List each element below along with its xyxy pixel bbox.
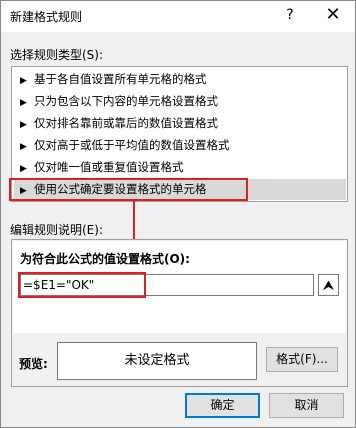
rule-type-item[interactable]: ▶ 仅对高于或低于平均值的数值设置格式: [14, 135, 346, 156]
rule-description-label: 编辑规则说明(E):: [10, 223, 103, 237]
help-icon[interactable]: ?: [282, 7, 298, 23]
ok-button[interactable]: 确定: [185, 393, 260, 418]
preview-label: 预览:: [19, 357, 48, 371]
arrow-right-icon: ▶: [20, 98, 27, 108]
arrow-right-icon: ▶: [20, 120, 27, 130]
preview-box: 未设定格式: [57, 342, 257, 380]
rule-type-item-label: 仅对唯一值或重复值设置格式: [34, 160, 184, 174]
formula-label: 为符合此公式的值设置格式(O):: [20, 252, 190, 266]
rule-type-item[interactable]: ▶ 仅对唯一值或重复值设置格式: [14, 157, 346, 178]
highlight-box-formula: [18, 272, 146, 298]
formula-area: 为符合此公式的值设置格式(O): =$E1="OK" ⮝: [13, 241, 346, 333]
rule-type-label: 选择规则类型(S):: [10, 48, 104, 62]
highlight-box-rule-type: [9, 178, 248, 201]
rule-type-item-label: 只为包含以下内容的单元格设置格式: [34, 94, 218, 108]
rule-type-item[interactable]: ▶ 基于各自值设置所有单元格的格式: [14, 69, 346, 90]
rule-type-item[interactable]: ▶ 只为包含以下内容的单元格设置格式: [14, 91, 346, 112]
rule-type-item-label: 仅对高于或低于平均值的数值设置格式: [34, 138, 230, 152]
rule-type-item-label: 仅对排名靠前或靠后的数值设置格式: [34, 116, 218, 130]
close-icon[interactable]: ✕: [323, 4, 343, 25]
arrow-right-icon: ▶: [20, 164, 27, 174]
cancel-button[interactable]: 取消: [269, 393, 344, 418]
format-button[interactable]: 格式(F)...: [266, 347, 338, 372]
window-title: 新建格式规则: [10, 10, 83, 24]
rule-type-item[interactable]: ▶ 仅对排名靠前或靠后的数值设置格式: [14, 113, 346, 134]
collapse-dialog-icon[interactable]: ⮝: [318, 274, 339, 296]
arrow-right-icon: ▶: [20, 142, 27, 152]
rule-type-item-label: 基于各自值设置所有单元格的格式: [34, 72, 207, 86]
arrow-right-icon: ▶: [20, 76, 27, 86]
rule-description-panel: 为符合此公式的值设置格式(O): =$E1="OK" ⮝ 预览: 未设定格式 格…: [11, 239, 348, 387]
title-bar: 新建格式规则 ? ✕: [1, 1, 355, 32]
new-formatting-rule-dialog: 新建格式规则 ? ✕ 选择规则类型(S): ▶ 基于各自值设置所有单元格的格式 ▶…: [0, 0, 356, 428]
